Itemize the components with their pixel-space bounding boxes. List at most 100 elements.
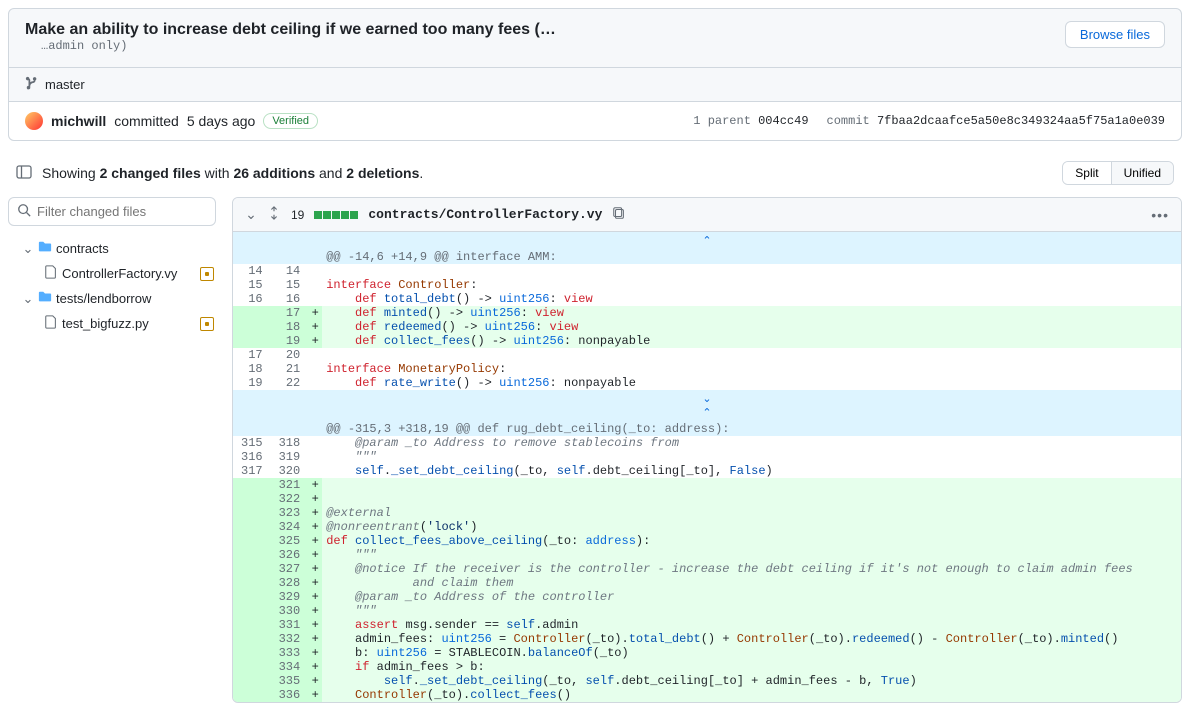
line-num-old[interactable]: 17 <box>233 348 271 362</box>
code-cell: @param _to Address of the controller <box>322 590 1181 604</box>
line-num-new[interactable]: 18 <box>271 320 309 334</box>
line-num-old[interactable]: 15 <box>233 278 271 292</box>
line-num-old[interactable] <box>233 688 271 702</box>
line-num-old[interactable] <box>233 520 271 534</box>
diff-line: 327+ @notice If the receiver is the cont… <box>233 562 1181 576</box>
line-num-old[interactable]: 19 <box>233 376 271 390</box>
line-num-new[interactable]: 16 <box>271 292 309 306</box>
copy-icon[interactable] <box>612 206 626 223</box>
line-num-old[interactable] <box>233 660 271 674</box>
code-cell: and claim them <box>322 576 1181 590</box>
expand-up-icon[interactable]: ⌃ <box>702 406 711 420</box>
file-tree-sidebar: ⌄ contracts ControllerFactory.vy ⌄ tests… <box>8 197 216 703</box>
line-num-old[interactable] <box>233 478 271 492</box>
line-num-new[interactable]: 336 <box>271 688 309 702</box>
folder-icon <box>38 240 52 257</box>
line-num-new[interactable]: 332 <box>271 632 309 646</box>
tree-folder-contracts[interactable]: ⌄ contracts <box>8 236 216 261</box>
line-num-old[interactable]: 317 <box>233 464 271 478</box>
line-num-old[interactable] <box>233 334 271 348</box>
diff-line: 1922 def rate_write() -> uint256: nonpay… <box>233 376 1181 390</box>
code-cell: def total_debt() -> uint256: view <box>322 292 1181 306</box>
diff-line: 332+ admin_fees: uint256 = Controller(_t… <box>233 632 1181 646</box>
line-num-new[interactable]: 319 <box>271 450 309 464</box>
line-num-new[interactable]: 333 <box>271 646 309 660</box>
line-num-new[interactable]: 318 <box>271 436 309 450</box>
line-num-new[interactable] <box>271 422 309 436</box>
line-num-old[interactable] <box>233 632 271 646</box>
line-num-old[interactable] <box>233 590 271 604</box>
tree-file-controllerfactory[interactable]: ControllerFactory.vy <box>8 261 216 286</box>
line-num-old[interactable] <box>233 492 271 506</box>
unified-button[interactable]: Unified <box>1112 162 1173 184</box>
chevron-down-icon[interactable]: ⌄ <box>245 206 257 223</box>
avatar[interactable] <box>25 112 43 130</box>
line-num-new[interactable]: 20 <box>271 348 309 362</box>
diff-line: 333+ b: uint256 = STABLECOIN.balanceOf(_… <box>233 646 1181 660</box>
author-link[interactable]: michwill <box>51 113 106 129</box>
line-num-old[interactable] <box>233 674 271 688</box>
line-num-old[interactable] <box>233 646 271 660</box>
tree-file-bigfuzz[interactable]: test_bigfuzz.py <box>8 311 216 336</box>
line-num-new[interactable]: 330 <box>271 604 309 618</box>
line-num-new[interactable]: 335 <box>271 674 309 688</box>
line-num-new[interactable]: 329 <box>271 590 309 604</box>
line-num-old[interactable] <box>233 422 271 436</box>
line-num-new[interactable]: 19 <box>271 334 309 348</box>
expand-up-icon[interactable]: ⌃ <box>702 234 711 248</box>
line-num-new[interactable]: 21 <box>271 362 309 376</box>
line-num-new[interactable]: 327 <box>271 562 309 576</box>
line-num-old[interactable] <box>233 548 271 562</box>
line-num-new[interactable]: 322 <box>271 492 309 506</box>
expand-icon[interactable] <box>267 206 281 223</box>
line-num-old[interactable]: 315 <box>233 436 271 450</box>
code-cell: self._set_debt_ceiling(_to, self.debt_ce… <box>322 674 1181 688</box>
line-num-old[interactable] <box>233 604 271 618</box>
line-num-new[interactable]: 17 <box>271 306 309 320</box>
line-num-new[interactable]: 22 <box>271 376 309 390</box>
line-num-old[interactable] <box>233 534 271 548</box>
filter-box[interactable] <box>8 197 216 226</box>
tree-folder-tests[interactable]: ⌄ tests/lendborrow <box>8 286 216 311</box>
browse-files-button[interactable]: Browse files <box>1065 21 1165 48</box>
expand-down-icon[interactable]: ⌄ <box>702 392 711 406</box>
sidebar-toggle-icon[interactable] <box>16 164 32 183</box>
filter-input[interactable] <box>37 204 213 219</box>
parent-sha[interactable]: 004cc49 <box>758 114 808 128</box>
line-num-new[interactable] <box>271 250 309 264</box>
line-num-old[interactable] <box>233 576 271 590</box>
line-num-old[interactable]: 316 <box>233 450 271 464</box>
line-num-new[interactable]: 334 <box>271 660 309 674</box>
branch-name[interactable]: master <box>45 77 85 92</box>
line-num-new[interactable]: 324 <box>271 520 309 534</box>
line-num-old[interactable] <box>233 250 271 264</box>
diff-line: 1616 def total_debt() -> uint256: view <box>233 292 1181 306</box>
diff-line: 329+ @param _to Address of the controlle… <box>233 590 1181 604</box>
line-num-old[interactable]: 14 <box>233 264 271 278</box>
commit-sha[interactable]: 7fbaa2dcaafce5a50e8c349324aa5f75a1a0e039 <box>877 114 1165 128</box>
line-num-new[interactable]: 320 <box>271 464 309 478</box>
file-icon <box>44 265 58 282</box>
verified-badge[interactable]: Verified <box>263 113 318 129</box>
line-num-old[interactable] <box>233 618 271 632</box>
line-num-old[interactable] <box>233 306 271 320</box>
line-num-old[interactable] <box>233 562 271 576</box>
kebab-icon[interactable]: ••• <box>1151 207 1169 223</box>
line-num-new[interactable]: 331 <box>271 618 309 632</box>
split-button[interactable]: Split <box>1063 162 1111 184</box>
line-num-new[interactable]: 15 <box>271 278 309 292</box>
line-num-old[interactable] <box>233 506 271 520</box>
file-path[interactable]: contracts/ControllerFactory.vy <box>368 207 602 222</box>
line-num-new[interactable]: 321 <box>271 478 309 492</box>
code-cell: """ <box>322 450 1181 464</box>
line-num-new[interactable]: 325 <box>271 534 309 548</box>
line-num-new[interactable]: 14 <box>271 264 309 278</box>
line-num-old[interactable]: 18 <box>233 362 271 376</box>
diff-line: 324+@nonreentrant('lock') <box>233 520 1181 534</box>
line-num-old[interactable]: 16 <box>233 292 271 306</box>
line-num-old[interactable] <box>233 320 271 334</box>
diff-line: 335+ self._set_debt_ceiling(_to, self.de… <box>233 674 1181 688</box>
line-num-new[interactable]: 323 <box>271 506 309 520</box>
line-num-new[interactable]: 328 <box>271 576 309 590</box>
line-num-new[interactable]: 326 <box>271 548 309 562</box>
